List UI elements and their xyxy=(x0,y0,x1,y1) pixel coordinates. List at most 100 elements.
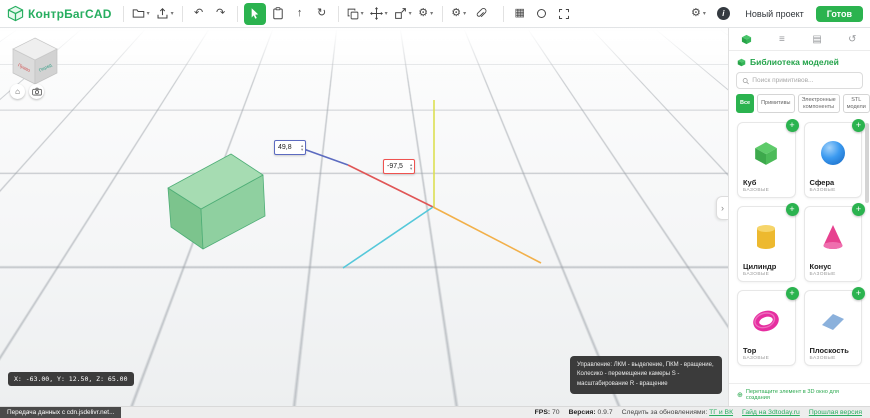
ready-button[interactable]: Готов xyxy=(816,6,863,22)
gears-icon: ⚙ xyxy=(418,8,428,19)
tools-menu-button[interactable]: ⚙ ▾ xyxy=(416,4,436,24)
follow-label: Следить за обновлениями: xyxy=(622,409,708,416)
export-button[interactable]: ▾ xyxy=(154,4,176,24)
model-card-sphere[interactable]: + Сфера БАЗОВЫЕ xyxy=(804,122,863,198)
frame-view-button[interactable] xyxy=(554,4,574,24)
model-card-torus[interactable]: + Тор БАЗОВЫЕ xyxy=(737,290,796,366)
home-icon: ⌂ xyxy=(15,87,20,96)
model-name: Плоскость xyxy=(810,346,857,355)
add-model-badge[interactable]: + xyxy=(852,203,865,216)
plane-thumbnail xyxy=(810,296,857,346)
tab-history[interactable]: ↺ xyxy=(835,28,870,50)
new-project-button[interactable]: Новый проект xyxy=(738,6,810,22)
paste-tool-button[interactable] xyxy=(268,4,288,24)
redo-button[interactable]: ↷ xyxy=(211,4,231,24)
guide-link[interactable]: Гайд на 3dtoday.ru xyxy=(742,409,800,416)
attach-button[interactable] xyxy=(471,4,491,24)
filter-chip-electronics[interactable]: Электронные компоненты xyxy=(798,94,840,113)
undo-button[interactable]: ↶ xyxy=(189,4,209,24)
add-model-badge[interactable]: + xyxy=(786,287,799,300)
cone-thumbnail xyxy=(810,212,857,262)
settings-menu-button[interactable]: ⚙ ▾ xyxy=(449,4,469,24)
scale-menu-button[interactable]: ▾ xyxy=(392,4,414,24)
tab-layers[interactable]: ▤ xyxy=(800,28,835,50)
orbit-toggle-button[interactable] xyxy=(532,4,552,24)
toolbar-divider xyxy=(237,6,238,22)
select-tool-button[interactable] xyxy=(244,3,266,25)
social-link[interactable]: ТГ и ВК xyxy=(709,409,733,416)
move-icon xyxy=(370,7,383,20)
filter-chip-primitives[interactable]: Примитивы xyxy=(757,94,794,113)
library-header: Библиотека моделей xyxy=(729,51,870,71)
paperclip-icon xyxy=(475,7,487,20)
model-search-input[interactable] xyxy=(752,77,857,84)
version-value: 0.9.7 xyxy=(598,409,613,416)
controls-tooltip: Управление: ЛКМ - выделение, ПКМ - враще… xyxy=(570,356,722,394)
caret-down-icon: ▾ xyxy=(361,10,364,17)
scene-cube-object[interactable] xyxy=(168,154,265,249)
add-model-badge[interactable]: + xyxy=(852,287,865,300)
transform-gizmo[interactable] xyxy=(298,100,541,268)
grid-icon: ▦ xyxy=(514,8,524,19)
model-name: Сфера xyxy=(810,178,857,187)
sync-tool-button[interactable]: ↻ xyxy=(312,4,332,24)
sidebar-scrollbar[interactable] xyxy=(865,123,869,203)
info-icon: i xyxy=(717,7,730,20)
info-button[interactable]: i xyxy=(713,4,733,24)
tab-structure[interactable]: ≡ xyxy=(764,28,799,50)
model-card-cylinder[interactable]: + Цилиндр БАЗОВЫЕ xyxy=(737,206,796,282)
spinner-down-icon: ▾ xyxy=(301,148,303,152)
drag-hint-icon: ⊕ xyxy=(737,391,743,399)
loading-status: Передача данных с cdn.jsdelivr.net... xyxy=(0,407,121,418)
view-navigation-cube[interactable]: Право Перед xyxy=(8,33,62,87)
model-library-panel: ≡ ▤ ↺ Библиотека моделей Все Примитивы Э… xyxy=(728,28,870,406)
redo-icon: ↷ xyxy=(216,8,225,19)
gear-icon: ⚙ xyxy=(451,8,461,19)
home-view-button[interactable]: ⌂ xyxy=(10,84,25,99)
model-category: БАЗОВЫЕ xyxy=(810,272,857,277)
sphere-thumbnail xyxy=(810,128,857,178)
models-icon xyxy=(741,34,752,45)
add-model-badge[interactable]: + xyxy=(852,119,865,132)
list-icon: ≡ xyxy=(779,34,785,45)
gizmo-input-z: ▴▾ xyxy=(274,140,306,155)
model-card-cube[interactable]: + Куб БАЗОВЫЕ xyxy=(737,122,796,198)
cylinder-thumbnail xyxy=(743,212,790,262)
app-title: КонтрБагCAD xyxy=(28,7,112,21)
caret-down-icon: ▾ xyxy=(463,10,466,17)
gizmo-z-value-input[interactable] xyxy=(275,144,300,151)
toolbar-divider xyxy=(338,6,339,22)
app-settings-button[interactable]: ⚙ ▾ xyxy=(688,4,708,24)
library-filters: Все Примитивы Электронные компоненты STL… xyxy=(729,94,870,119)
open-project-button[interactable]: ▾ xyxy=(130,4,152,24)
screenshot-button[interactable] xyxy=(29,84,44,99)
frame-icon xyxy=(558,8,570,20)
spinner-down-icon: ▾ xyxy=(410,167,412,171)
stepper-control[interactable]: ▴▾ xyxy=(300,144,305,151)
scale-icon xyxy=(394,7,407,20)
model-name: Конус xyxy=(810,262,857,271)
clipboard-icon xyxy=(272,7,284,20)
duplicate-menu-button[interactable]: ▾ xyxy=(345,4,366,24)
model-category: БАЗОВЫЕ xyxy=(743,356,790,361)
model-card-plane[interactable]: + Плоскость БАЗОВЫЕ xyxy=(804,290,863,366)
model-cards-grid: + Куб БАЗОВЫЕ + Сфера БАЗОВЫЕ + Цилиндр … xyxy=(729,119,870,383)
upload-tool-button[interactable]: ↑ xyxy=(290,4,310,24)
sidebar-collapse-button[interactable]: › xyxy=(716,196,728,220)
add-model-badge[interactable]: + xyxy=(786,119,799,132)
grid-toggle-button[interactable]: ▦ xyxy=(510,4,530,24)
filter-chip-stl[interactable]: STL модели xyxy=(843,94,870,113)
gizmo-input-x: ▴▾ xyxy=(383,159,415,174)
previous-version-link[interactable]: Прошлая версия xyxy=(809,409,862,416)
tab-library[interactable] xyxy=(729,28,764,50)
model-name: Тор xyxy=(743,346,790,355)
viewport-3d[interactable]: Право Перед ⌂ ▴▾ ▴▾ X: -63.00, Y: 12.50,… xyxy=(0,28,728,406)
model-category: БАЗОВЫЕ xyxy=(743,188,790,193)
add-model-badge[interactable]: + xyxy=(786,203,799,216)
logo-cube-icon xyxy=(7,5,24,22)
gizmo-x-value-input[interactable] xyxy=(384,163,409,170)
model-card-cone[interactable]: + Конус БАЗОВЫЕ xyxy=(804,206,863,282)
stepper-control[interactable]: ▴▾ xyxy=(409,163,414,170)
filter-chip-all[interactable]: Все xyxy=(736,94,754,113)
move-menu-button[interactable]: ▾ xyxy=(368,4,390,24)
